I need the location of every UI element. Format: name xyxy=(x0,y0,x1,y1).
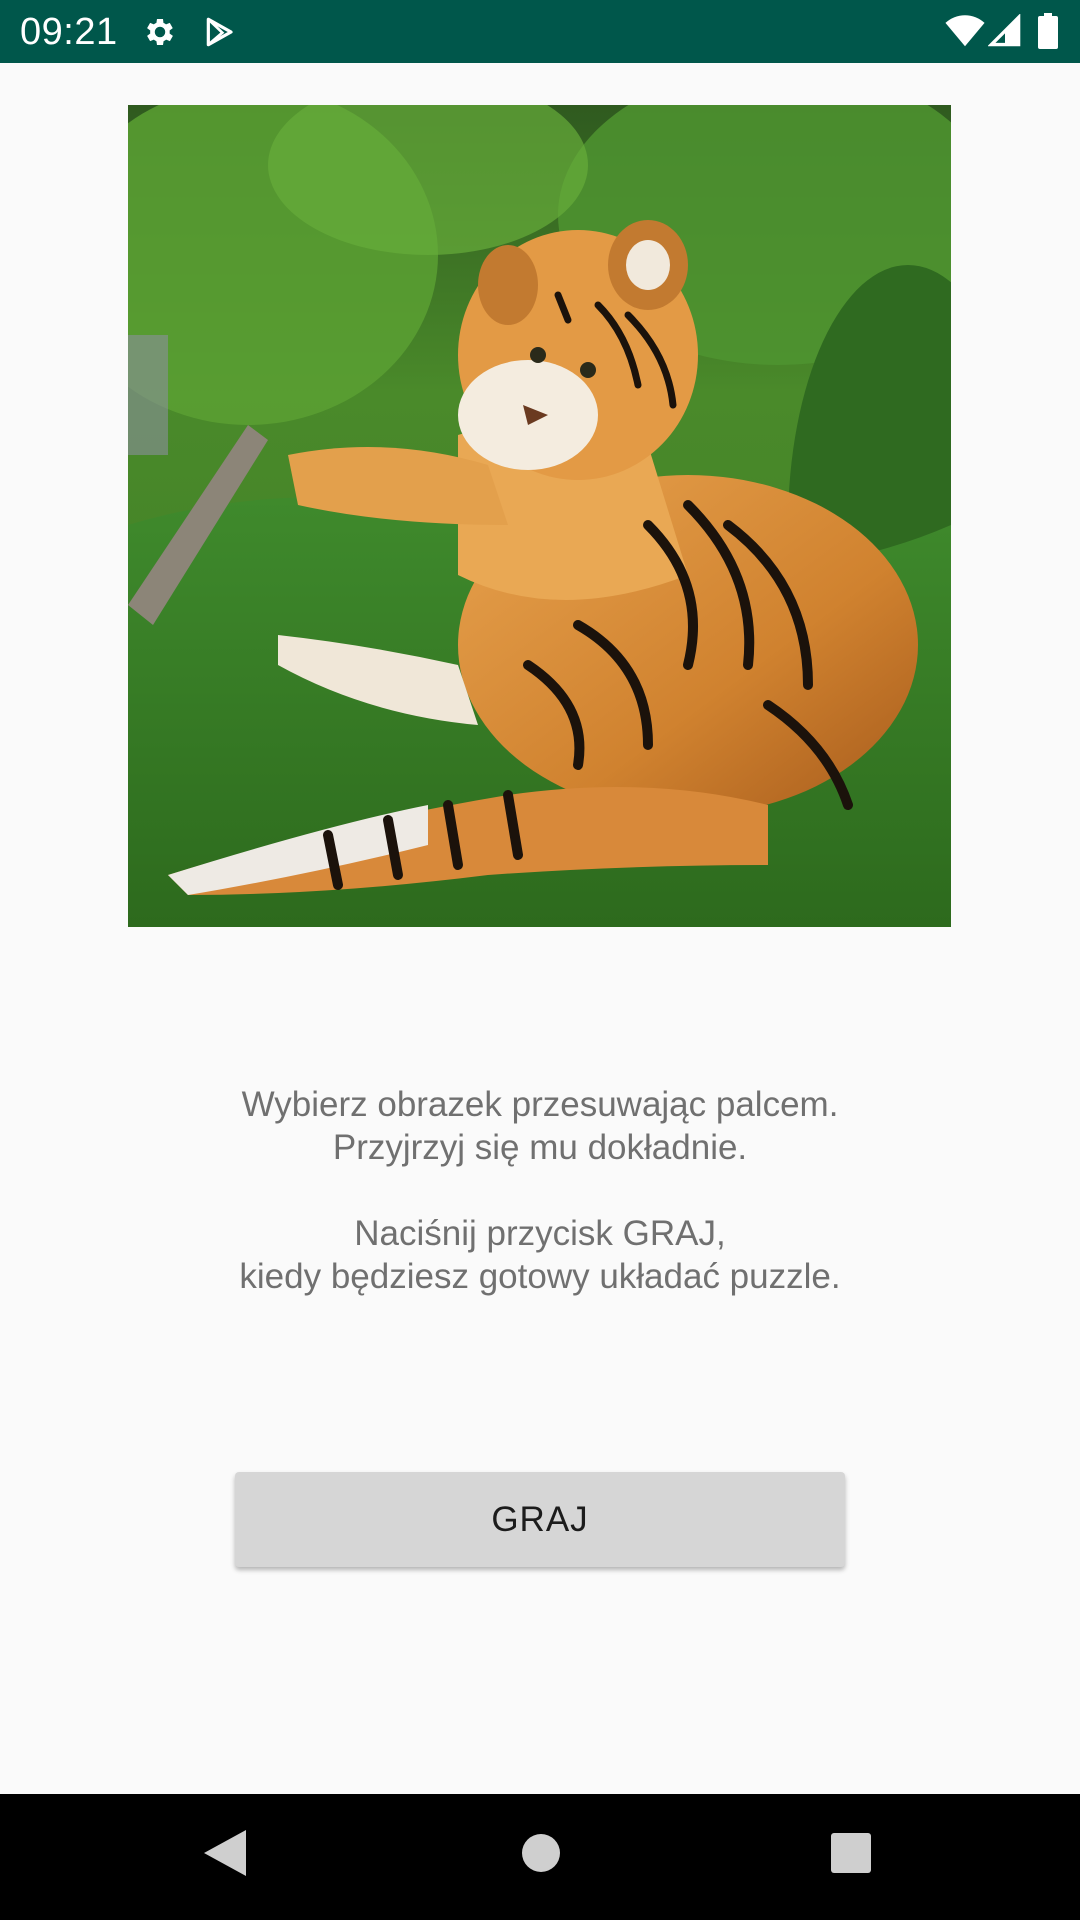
puzzle-image[interactable] xyxy=(128,105,951,927)
tiger-photo xyxy=(128,105,951,927)
cell-signal-icon xyxy=(988,14,1021,47)
play-store-icon xyxy=(206,17,233,47)
battery-icon xyxy=(1038,13,1058,49)
navigation-bar xyxy=(0,1794,1080,1920)
instruction-line-3: Naciśnij przycisk GRAJ, xyxy=(354,1214,726,1253)
instruction-line-4: kiedy będziesz gotowy układać puzzle. xyxy=(239,1257,841,1296)
status-bar: 09:21 xyxy=(0,0,1080,63)
instruction-line-1: Wybierz obrazek przesuwając palcem. xyxy=(241,1085,839,1124)
gear-icon xyxy=(147,18,173,46)
status-time: 09:21 xyxy=(20,11,118,53)
recents-icon[interactable] xyxy=(831,1833,871,1873)
home-icon[interactable] xyxy=(520,1832,562,1874)
wifi-icon xyxy=(945,15,985,47)
instruction-line-2: Przyjrzyj się mu dokładnie. xyxy=(332,1128,748,1167)
back-icon[interactable] xyxy=(202,1828,248,1878)
play-button[interactable]: GRAJ xyxy=(235,1472,845,1567)
instructions-text: Wybierz obrazek przesuwając palcem. Przy… xyxy=(0,1083,1080,1298)
